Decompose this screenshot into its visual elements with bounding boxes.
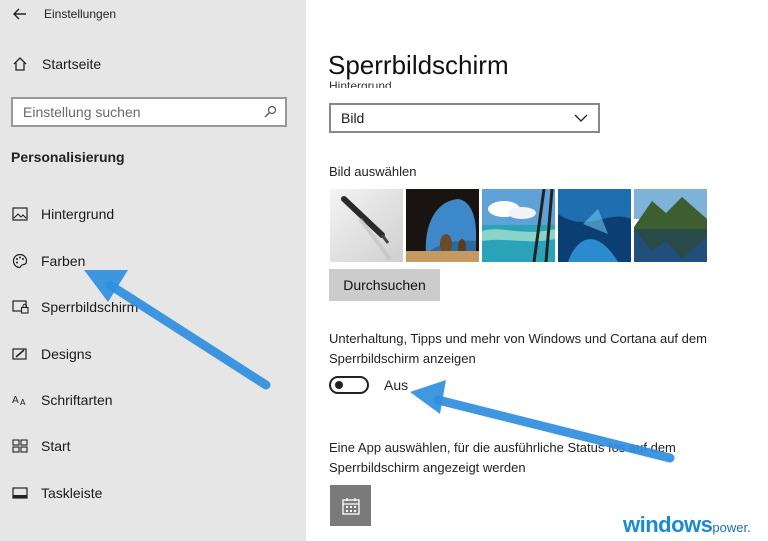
title-bar: Einstellungen	[10, 3, 116, 25]
svg-text:A: A	[20, 398, 26, 407]
tips-toggle[interactable]	[329, 376, 369, 394]
home-icon	[13, 57, 27, 71]
sidebar-item-label: Hintergrund	[41, 206, 115, 222]
thumbnail-ice[interactable]	[558, 189, 631, 262]
search-box[interactable]	[11, 97, 287, 127]
brand-text: windows	[623, 512, 713, 537]
lockscreen-icon	[11, 298, 29, 316]
main-content: Sperrbildschirm Hintergrund Bild Bild au…	[306, 0, 768, 541]
brand-suffix: power.	[712, 520, 751, 535]
search-icon[interactable]	[263, 105, 277, 119]
background-dropdown[interactable]: Bild	[329, 103, 600, 133]
sidebar-item-hintergrund[interactable]: Hintergrund	[11, 203, 114, 225]
tips-description: Unterhaltung, Tipps und mehr von Windows…	[329, 331, 707, 366]
sidebar-item-label: Sperrbildschirm	[41, 299, 139, 315]
page-title: Sperrbildschirm	[328, 50, 509, 80]
palette-icon	[11, 252, 29, 270]
thumbnail-lake[interactable]	[634, 189, 707, 262]
window-title: Einstellungen	[44, 7, 117, 21]
browse-button[interactable]: Durchsuchen	[329, 269, 440, 301]
background-label: Hintergrund	[329, 79, 392, 88]
thumbnail-coast[interactable]	[482, 189, 555, 262]
sidebar-item-schriftarten[interactable]: AA Schriftarten	[11, 389, 113, 411]
thumbnail-cave[interactable]	[406, 189, 479, 262]
svg-text:A: A	[12, 395, 19, 406]
font-icon: AA	[11, 391, 29, 409]
sidebar-item-sperrbildschirm[interactable]: Sperrbildschirm	[11, 296, 138, 318]
taskbar-icon	[11, 484, 29, 502]
thumbnail-pen[interactable]	[330, 189, 403, 262]
chevron-down-icon	[574, 114, 588, 122]
sidebar-item-farben[interactable]: Farben	[11, 250, 85, 272]
toggle-state-label: Aus	[384, 377, 409, 393]
back-arrow-icon[interactable]	[10, 4, 30, 24]
section-title: Personalisierung	[11, 149, 125, 165]
sidebar-item-start[interactable]: Start	[11, 435, 71, 457]
home-link[interactable]: Startseite	[12, 56, 101, 72]
sidebar-item-taskleiste[interactable]: Taskleiste	[11, 482, 102, 504]
sidebar-item-label: Start	[41, 438, 71, 454]
home-label: Startseite	[42, 56, 102, 72]
start-icon	[11, 437, 29, 455]
search-input[interactable]	[21, 103, 263, 121]
calendar-icon	[341, 497, 360, 515]
picture-icon	[11, 205, 29, 223]
app-description: Eine App auswählen, für die ausführliche…	[329, 440, 676, 475]
toggle-knob	[335, 381, 343, 389]
app-select-button[interactable]	[330, 485, 371, 526]
sidebar-item-label: Designs	[41, 346, 92, 362]
brush-icon	[11, 345, 29, 363]
sidebar-item-label: Schriftarten	[41, 392, 113, 408]
choose-picture-label: Bild auswählen	[329, 164, 417, 179]
sidebar-item-designs[interactable]: Designs	[11, 343, 92, 365]
picture-thumbnails	[330, 189, 707, 262]
sidebar-item-label: Taskleiste	[41, 485, 103, 501]
windowspower-logo: windowspower.	[623, 512, 751, 538]
background-dropdown-value: Bild	[341, 110, 365, 126]
sidebar: Einstellungen Startseite Personalisierun…	[0, 0, 306, 541]
sidebar-item-label: Farben	[41, 253, 86, 269]
